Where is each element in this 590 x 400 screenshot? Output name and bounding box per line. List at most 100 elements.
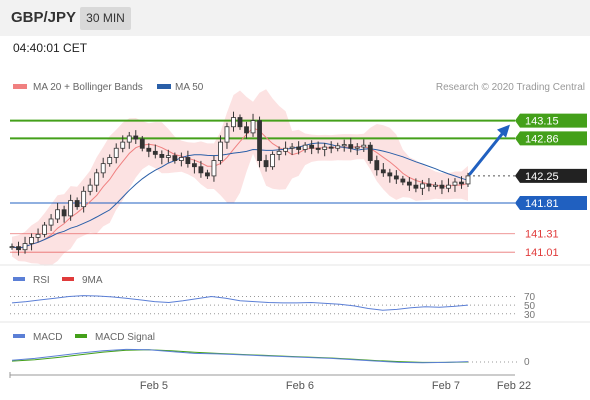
candle-body	[465, 175, 471, 185]
candle-body	[367, 144, 373, 161]
chart-canvas: MA 20 + Bollinger Bands MA 50 Research ©…	[0, 82, 590, 392]
candle-body	[159, 154, 165, 158]
macd-signal-line	[11, 349, 469, 363]
candle-body	[374, 160, 380, 171]
level-label-142.25: 142.25	[525, 171, 559, 183]
candle-body	[146, 147, 152, 152]
rsi-line	[11, 295, 469, 311]
candle-body	[68, 200, 74, 217]
candle-body	[439, 184, 445, 189]
x-tick-feb7: Feb 7	[432, 380, 460, 392]
candle-body	[276, 150, 282, 155]
candle-body	[413, 184, 419, 189]
candle-body	[185, 157, 191, 165]
rsi-panel	[10, 295, 518, 315]
candle-body	[22, 243, 28, 251]
signal-legend-label: MACD Signal	[95, 332, 155, 343]
candle-body	[107, 157, 113, 165]
candle-body	[74, 200, 80, 208]
macd-legend-swatch	[13, 334, 25, 338]
candle-body	[361, 144, 367, 148]
candle-body	[133, 135, 139, 140]
rsi-legend-label: RSI	[33, 275, 50, 286]
candle-body	[100, 163, 106, 174]
level-label-141.01: 141.01	[525, 247, 559, 259]
candle-body	[341, 144, 347, 147]
x-tick-feb22: Feb 22	[497, 380, 531, 392]
candle-body	[289, 146, 295, 149]
rsi-ma-legend-label: 9MA	[82, 275, 103, 286]
candle-body	[452, 181, 458, 186]
candle-body	[81, 190, 87, 208]
candle-body	[191, 163, 197, 168]
candle-body	[87, 184, 93, 192]
macd-tick-0: 0	[524, 357, 530, 368]
candle-body	[309, 144, 315, 149]
ma20-legend-swatch	[13, 84, 27, 89]
candle-body	[380, 169, 386, 174]
candle-body	[224, 126, 230, 143]
rsi-ma-legend-swatch	[62, 277, 74, 281]
level-label-143.15: 143.15	[525, 116, 559, 128]
candle-body	[120, 141, 126, 149]
candle-body	[459, 181, 464, 185]
candle-body	[419, 183, 425, 189]
candle-body	[250, 120, 256, 134]
level-label-141.31: 141.31	[525, 229, 559, 241]
macd-panel	[11, 348, 518, 364]
candle-body	[35, 233, 41, 238]
candle-body	[244, 126, 249, 134]
candle-body	[406, 181, 412, 186]
candle-body	[139, 138, 145, 149]
candle-body	[237, 117, 243, 128]
candle-body	[198, 166, 204, 174]
candle-body	[29, 237, 34, 244]
macd-line	[11, 348, 469, 364]
candle-body	[205, 172, 210, 177]
candle-body	[94, 172, 100, 186]
candle-body	[400, 178, 406, 183]
candle-body	[9, 246, 15, 249]
candle-body	[257, 120, 262, 161]
candle-body	[152, 150, 158, 155]
ma20-legend-label: MA 20 + Bollinger Bands	[33, 82, 143, 93]
x-tick-feb6: Feb 6	[286, 380, 314, 392]
candle-body	[446, 184, 451, 189]
ma50-legend-label: MA 50	[175, 82, 204, 93]
candle-body	[61, 209, 67, 217]
candle-body	[426, 183, 432, 187]
candle-body	[315, 147, 321, 150]
candle-body	[231, 117, 236, 128]
rsi-tick-30: 30	[524, 310, 536, 321]
candle-body	[165, 155, 171, 158]
candle-body	[270, 154, 275, 168]
candle-body	[302, 144, 308, 150]
ma50-legend-swatch	[157, 84, 171, 89]
level-label-142.86: 142.86	[525, 133, 559, 145]
level-label-141.81: 141.81	[525, 198, 559, 210]
candle-body	[433, 184, 438, 187]
candle-body	[387, 172, 393, 177]
candle-body	[296, 146, 302, 150]
candle-body	[48, 218, 54, 226]
candle-body	[335, 145, 341, 149]
candle-body	[348, 144, 354, 149]
candle-body	[322, 146, 328, 150]
candle-body	[178, 157, 184, 161]
candle-body	[211, 160, 217, 177]
candle-body	[172, 155, 178, 161]
candle-body	[113, 147, 119, 158]
copyright-label: Research © 2020 Trading Central	[436, 82, 585, 93]
candle-body	[393, 175, 399, 180]
candle-body	[283, 147, 289, 152]
candle-body	[354, 146, 360, 149]
macd-legend-label: MACD	[33, 332, 62, 343]
candle-body	[55, 209, 60, 220]
candle-body	[218, 141, 223, 161]
rsi-legend-swatch	[13, 277, 25, 281]
candle-body	[126, 135, 132, 143]
candle-body	[263, 160, 269, 168]
signal-legend-swatch	[75, 334, 87, 338]
x-tick-feb5: Feb 5	[140, 380, 168, 392]
candle-body	[328, 146, 334, 149]
